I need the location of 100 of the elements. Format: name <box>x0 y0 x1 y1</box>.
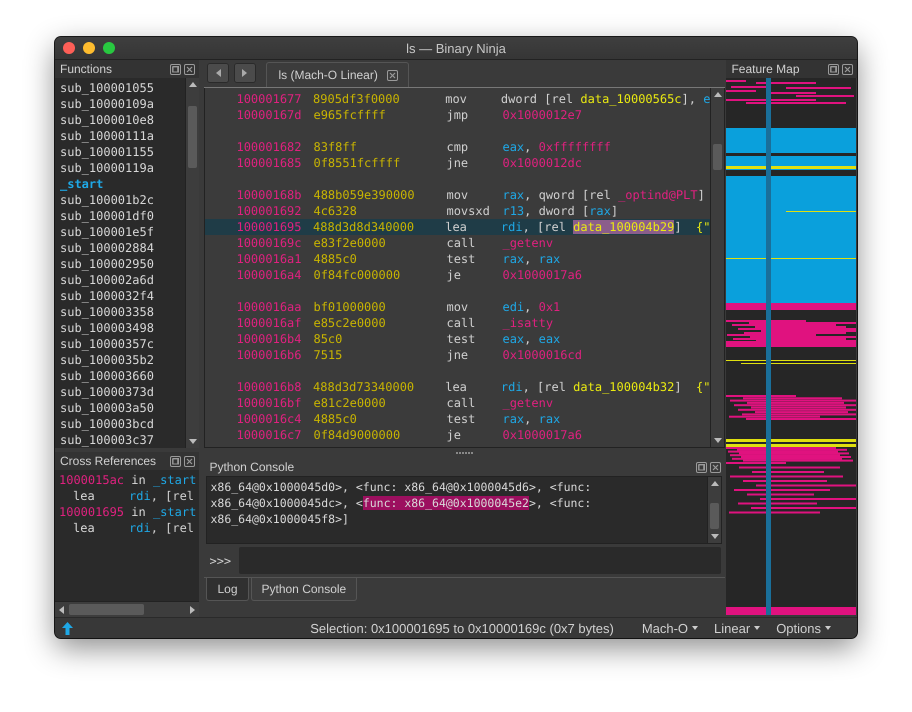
disassembly-row[interactable]: 1000016b6 7515 jne 0x1000016cd <box>205 347 710 364</box>
disassembly-row[interactable]: 100001682 83f8ff cmp eax, 0xffffffff <box>205 139 710 156</box>
float-icon[interactable] <box>696 462 708 472</box>
disassembly-row[interactable]: 1000016b4 85c0 test eax, eax <box>205 331 710 348</box>
scroll-down-icon[interactable] <box>714 438 722 444</box>
xref-function[interactable]: _start <box>152 472 196 488</box>
console-tab[interactable]: Python Console <box>250 578 358 601</box>
close-icon[interactable] <box>710 462 722 472</box>
function-item[interactable]: sub_10000357c <box>60 336 186 352</box>
function-item[interactable]: _start <box>60 176 186 192</box>
close-icon[interactable] <box>842 64 853 74</box>
function-item[interactable]: sub_100001155 <box>60 144 186 160</box>
disassembly-row[interactable]: 1000016a4 0f84fc000000 je 0x1000017a6 <box>205 267 710 284</box>
console-output-line: x86_64@0x1000045d0>, <func: x86_64@0x1000045d6>, <func: <box>210 479 592 495</box>
function-item[interactable]: sub_100003498 <box>60 320 186 336</box>
disassembly-row[interactable]: 10000169c e83f2e0000 call _getenv <box>205 235 710 252</box>
float-icon[interactable] <box>170 64 182 74</box>
bytes-text: 83f8ff <box>313 139 358 156</box>
scroll-down-icon[interactable] <box>188 439 197 445</box>
function-item[interactable]: sub_100003a50 <box>60 400 186 416</box>
bytes-text: 4c6328 <box>313 203 358 220</box>
address-text: 1000016b4 <box>236 331 302 348</box>
close-icon[interactable] <box>184 456 196 466</box>
function-item[interactable]: sub_10000373d <box>60 384 186 400</box>
function-item[interactable]: sub_100003358 <box>60 304 186 320</box>
disassembly-row[interactable]: 100001677 8905df3f0000 mov dword [rel data_10000565c], e <box>205 91 710 108</box>
right-triangle-icon[interactable] <box>242 69 248 78</box>
tab-label[interactable]: ls (Mach-O Linear) <box>278 68 378 82</box>
disassembly-row[interactable]: 1000016c4 4885c0 test rax, rax <box>205 411 710 428</box>
status-menu[interactable]: Linear <box>714 620 760 636</box>
vertical-scrollbar[interactable] <box>707 477 722 543</box>
operands-text: rdi, [rel data_100004b32] {" <box>500 379 710 396</box>
function-item[interactable]: sub_100003bcd <box>60 416 186 432</box>
feature-map-drawing[interactable] <box>726 78 856 615</box>
close-icon[interactable] <box>386 70 398 81</box>
splitter-handle-icon[interactable] <box>456 452 474 455</box>
function-item[interactable]: sub_100001055 <box>60 80 186 96</box>
disassembly-row[interactable]: 1000016aa bf01000000 mov edi, 0x1 <box>205 299 710 316</box>
forward-button[interactable] <box>234 63 256 84</box>
scroll-up-icon[interactable] <box>710 480 719 486</box>
function-item[interactable]: sub_100003c37 <box>60 432 186 448</box>
function-item[interactable]: sub_1000035b2 <box>60 352 186 368</box>
disassembly-row[interactable]: 10000168b 488b059e390000 mov rax, qword [rel _optind@PLT] <box>205 187 710 204</box>
mnemonic-text: test <box>446 411 476 428</box>
scroll-up-icon[interactable] <box>188 81 197 87</box>
disassembly-row[interactable]: 1000016af e85c2e0000 call _isatty <box>205 315 710 332</box>
function-item[interactable]: sub_10000111a <box>60 128 186 144</box>
address-text: 100001692 <box>236 203 302 220</box>
close-icon[interactable] <box>184 64 196 74</box>
scrollbar-thumb[interactable] <box>69 604 144 615</box>
scroll-up-icon[interactable] <box>714 91 722 98</box>
disassembly-row[interactable]: 10000167d e965fcffff jmp 0x1000012e7 <box>205 107 710 124</box>
address-text: 1000016a1 <box>236 251 302 268</box>
function-item[interactable]: sub_10000109a <box>60 96 186 112</box>
close-window-button[interactable] <box>63 42 75 54</box>
zoom-window-button[interactable] <box>103 42 115 54</box>
function-item[interactable]: sub_100002950 <box>60 256 186 272</box>
status-menu[interactable]: Options <box>776 620 831 636</box>
function-item[interactable]: sub_10000119a <box>60 160 186 176</box>
back-button[interactable] <box>207 63 230 84</box>
function-item[interactable]: sub_100001b2c <box>60 192 186 208</box>
address-text: 1000016b8 <box>236 379 302 396</box>
function-item[interactable]: sub_100001df0 <box>60 208 186 224</box>
scrollbar-thumb[interactable] <box>713 144 722 170</box>
float-icon[interactable] <box>170 456 182 466</box>
scroll-down-icon[interactable] <box>710 534 719 540</box>
scrollbar-thumb[interactable] <box>710 503 720 529</box>
bytes-text: 8905df3f0000 <box>313 91 401 108</box>
disassembly-row[interactable]: 1000016b8 488d3d73340000 lea rdi, [rel data_100004b32] {" <box>205 379 710 396</box>
function-item[interactable]: sub_100002a6d <box>60 272 186 288</box>
editor-tab[interactable]: ls (Mach-O Linear) <box>266 62 409 88</box>
left-triangle-icon[interactable] <box>215 69 222 78</box>
mnemonic-text: jne <box>446 347 470 364</box>
function-item[interactable]: sub_100002884 <box>60 240 186 256</box>
disassembly-row[interactable]: 1000016bf e81c2e0000 call _getenv <box>205 395 710 412</box>
function-item[interactable]: sub_100001e5f <box>60 224 186 240</box>
minimize-window-button[interactable] <box>83 42 95 54</box>
address-text: 10000169c <box>236 235 302 252</box>
scroll-left-icon[interactable] <box>58 606 64 614</box>
function-item[interactable]: sub_1000010e8 <box>60 112 186 128</box>
status-menu[interactable]: Mach-O <box>642 620 698 636</box>
function-item[interactable]: sub_1000032f4 <box>60 288 186 304</box>
disassembly-row[interactable]: 100001685 0f8551fcffff jne 0x1000012dc <box>205 155 710 172</box>
bytes-text: 0f8551fcffff <box>313 155 402 172</box>
function-item[interactable]: sub_100003660 <box>60 368 186 384</box>
disassembly-row[interactable]: 100001692 4c6328 movsxd r13, dword [rax] <box>205 203 710 220</box>
disassembly-row[interactable]: 1000016a1 4885c0 test rax, rax <box>205 251 710 268</box>
float-icon[interactable] <box>828 64 839 74</box>
scrollbar-thumb[interactable] <box>188 106 198 168</box>
disassembly-row[interactable]: 1000016c7 0f84d9000000 je 0x1000017a6 <box>205 427 710 444</box>
scroll-right-icon[interactable] <box>190 606 196 614</box>
operands-text: rdi, [rel data_100004b29] {" <box>500 219 710 236</box>
operands-text: eax, eax <box>502 331 560 348</box>
horizontal-scrollbar[interactable] <box>55 601 200 617</box>
console-tab[interactable]: Log <box>206 578 248 601</box>
vertical-scrollbar[interactable] <box>710 88 724 448</box>
xref-function[interactable]: _start <box>152 504 196 520</box>
bytes-text: 488b059e390000 <box>313 187 416 204</box>
upload-arrow-icon[interactable] <box>62 622 73 634</box>
disassembly-row[interactable]: 100001695 488d3d8d340000 lea rdi, [rel data_100004b29] {" <box>205 219 710 236</box>
